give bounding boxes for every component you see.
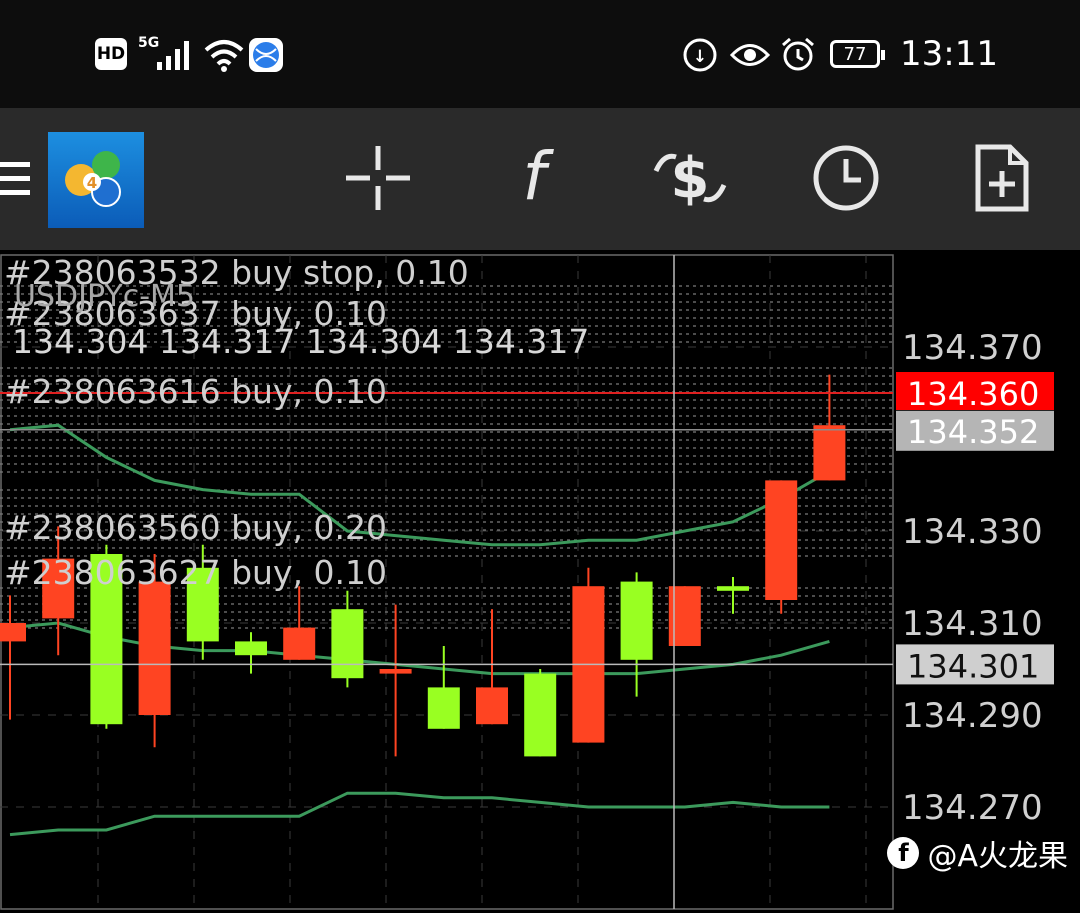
new-order-icon[interactable] (962, 138, 1042, 218)
toolbar: 4 f $ (0, 108, 1080, 250)
ask-price-label: 134.360 (907, 375, 1039, 413)
price-axis-label: 134.330 (902, 512, 1043, 552)
watermark: f @A火龙果 (887, 831, 1068, 875)
status-time: 13:11 (900, 34, 998, 74)
ma-lower-band (9, 791, 830, 837)
bull-candle[interactable] (717, 586, 749, 591)
clock-icon[interactable] (806, 138, 886, 218)
bear-candle[interactable] (476, 687, 508, 725)
ohlc-values: 134.304 134.317 134.304 134.317 (12, 322, 589, 361)
price-axis-label: 134.370 (902, 328, 1043, 368)
price-chart[interactable]: 134.370 134.330 134.310 134.290 134.270 134.3… (0, 250, 1080, 913)
signal-icon (157, 41, 189, 70)
order-label[interactable]: #238063560 buy, 0.20 (4, 508, 387, 547)
bear-candle[interactable] (813, 425, 846, 481)
bear-candle[interactable] (138, 581, 171, 715)
bull-candle[interactable] (427, 687, 460, 729)
watermark-logo-icon: f (887, 837, 920, 869)
hd-icon: HD (95, 38, 127, 70)
svg-text:f: f (522, 143, 554, 213)
browser-icon (249, 38, 283, 72)
cursor-price-label: 134.301 (907, 647, 1039, 685)
price-axis-label: 134.310 (902, 604, 1043, 644)
order-label[interactable]: #238063627 buy, 0.10 (4, 553, 387, 592)
bull-candle[interactable] (235, 641, 267, 656)
alarm-icon (782, 37, 814, 71)
bid-price-label: 134.352 (907, 413, 1039, 451)
order-label[interactable]: #238063616 buy, 0.10 (4, 372, 387, 411)
status-bar: HD 5G ↓ 77 13:11 (0, 0, 1080, 108)
battery-level: 77 (843, 43, 867, 65)
eye-icon (730, 44, 770, 66)
menu-icon[interactable] (0, 158, 32, 200)
crosshair-icon[interactable] (338, 138, 418, 218)
watermark-text: @A火龙果 (927, 839, 1068, 874)
bull-candle[interactable] (524, 673, 557, 757)
app-badge-number: 4 (87, 174, 97, 192)
bear-candle[interactable] (379, 669, 412, 674)
bear-candle[interactable] (0, 623, 26, 642)
bear-candle[interactable] (283, 627, 316, 660)
data-saver-icon: ↓ (683, 38, 717, 72)
candlestick-chart[interactable]: 134.370 134.330 134.310 134.290 134.270 134.3… (0, 250, 1080, 913)
battery-icon: 77 (830, 40, 885, 68)
price-axis-label: 134.270 (902, 788, 1043, 828)
trade-dollar-icon[interactable]: $ (650, 138, 730, 218)
price-axis-label: 134.290 (902, 696, 1043, 736)
network-badge: HD (96, 44, 126, 64)
svg-text:↓: ↓ (693, 47, 707, 67)
symbol-label: USDJPYc-M5 (14, 279, 195, 314)
metatrader-logo-icon[interactable]: 4 (48, 132, 144, 228)
bull-candle[interactable] (331, 609, 364, 679)
bull-candle[interactable] (620, 581, 653, 660)
indicator-f-icon[interactable]: f (494, 138, 574, 218)
ma-middle-line (9, 621, 830, 676)
wifi-icon (204, 40, 244, 72)
bear-candle[interactable] (765, 480, 798, 600)
